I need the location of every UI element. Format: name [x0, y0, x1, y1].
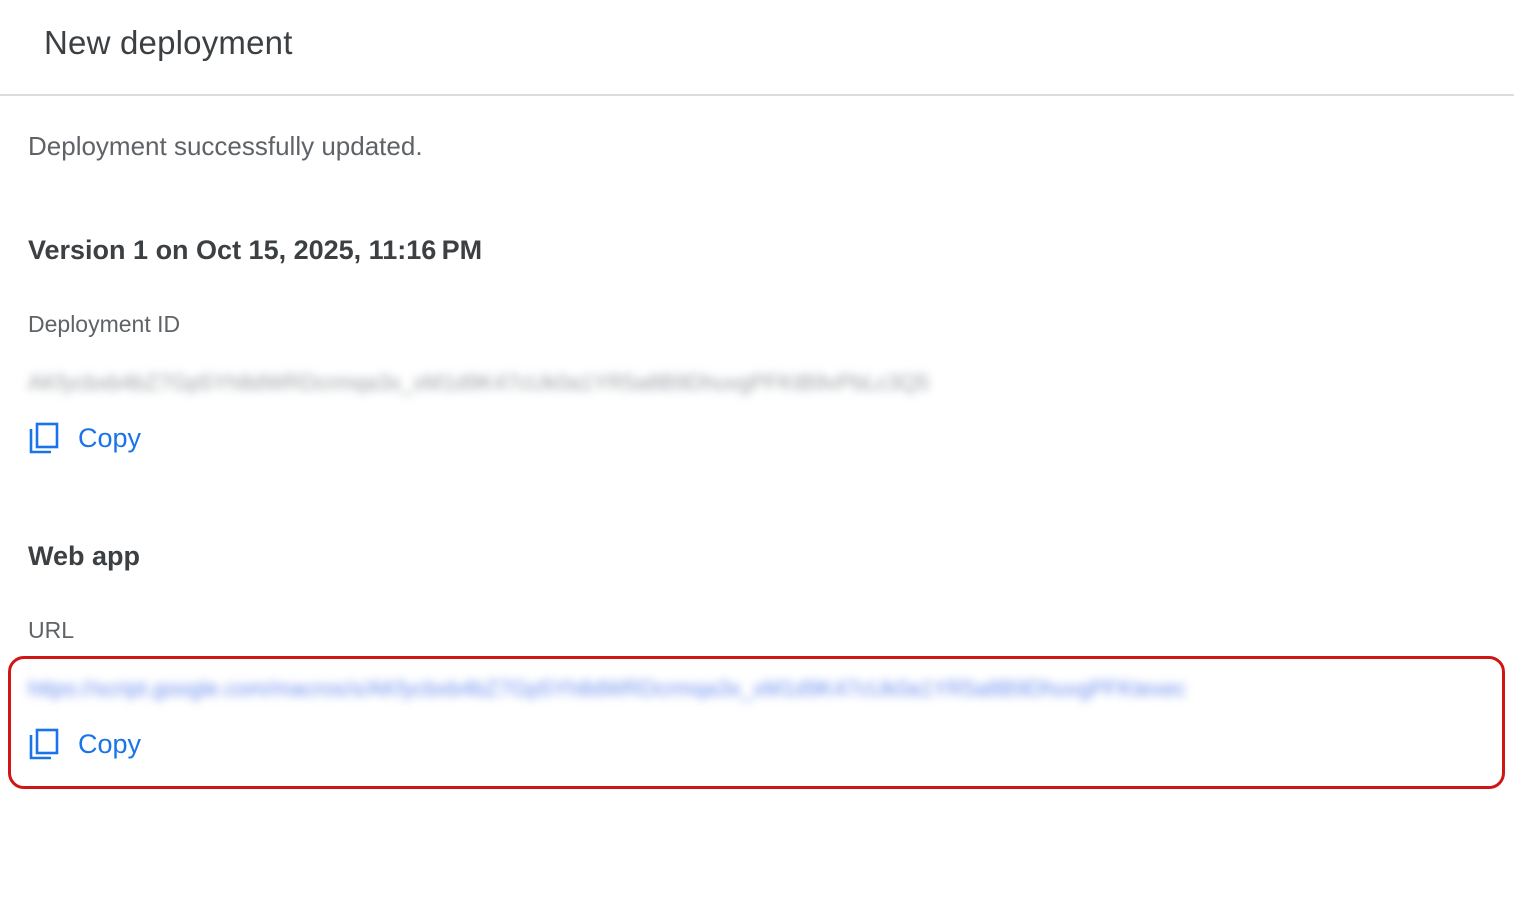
copy-label: Copy	[78, 728, 142, 759]
copy-url-button[interactable]: Copy	[28, 727, 141, 761]
copy-icon	[29, 422, 59, 454]
version-heading: Version 1 on Oct 15, 2025, 11:16 PM	[28, 235, 483, 265]
status-message: Deployment successfully updated.	[28, 131, 423, 161]
copy-icon	[29, 728, 59, 760]
deployment-id-label: Deployment ID	[28, 311, 181, 337]
dialog-header: New deployment	[0, 0, 1514, 96]
web-app-url-link[interactable]: https://script.google.com/macros/s/AKfyc…	[28, 674, 1483, 704]
copy-label: Copy	[78, 422, 142, 453]
copy-deployment-id-button[interactable]: Copy	[28, 421, 141, 455]
web-app-heading: Web app	[28, 541, 141, 571]
url-label: URL	[28, 617, 75, 643]
new-deployment-dialog: New deployment Deployment successfully u…	[0, 0, 1514, 920]
deployment-id-value: AKfycbxb4bZ7Gp5Yh8dWRDcrmqa3x_xM1d9K47cU…	[28, 370, 930, 395]
dialog-title: New deployment	[44, 24, 293, 61]
